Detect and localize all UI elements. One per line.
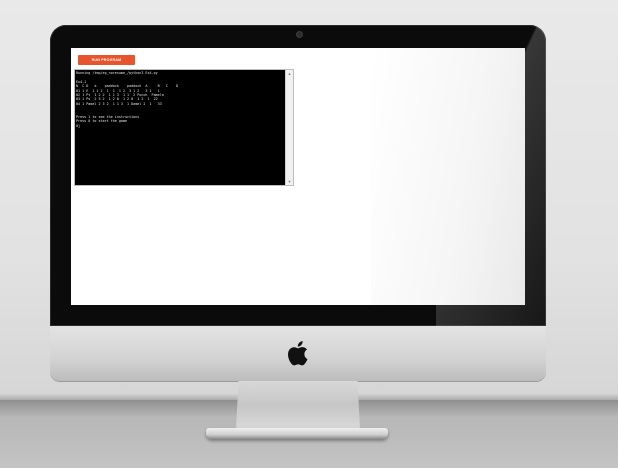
monitor-stand-base [206, 428, 388, 439]
apple-logo-icon [288, 341, 308, 366]
scroll-down-arrow-icon[interactable]: ▼ [287, 179, 292, 184]
monitor-stand [236, 381, 360, 429]
console-output[interactable]: Running /tmp/ep_noresume_/python3 Ex4.py… [76, 71, 284, 183]
console-scrollbar[interactable]: ▲ ▼ [285, 70, 293, 185]
screen-glare [371, 48, 525, 305]
monitor-screen: RUN PROGRAM Running /tmp/ep_noresume_/py… [71, 48, 525, 305]
scroll-up-arrow-icon[interactable]: ▲ [287, 71, 292, 76]
camera-icon [296, 31, 303, 38]
console-window[interactable]: Running /tmp/ep_noresume_/python3 Ex4.py… [74, 69, 294, 186]
run-program-button[interactable]: RUN PROGRAM [78, 55, 135, 65]
